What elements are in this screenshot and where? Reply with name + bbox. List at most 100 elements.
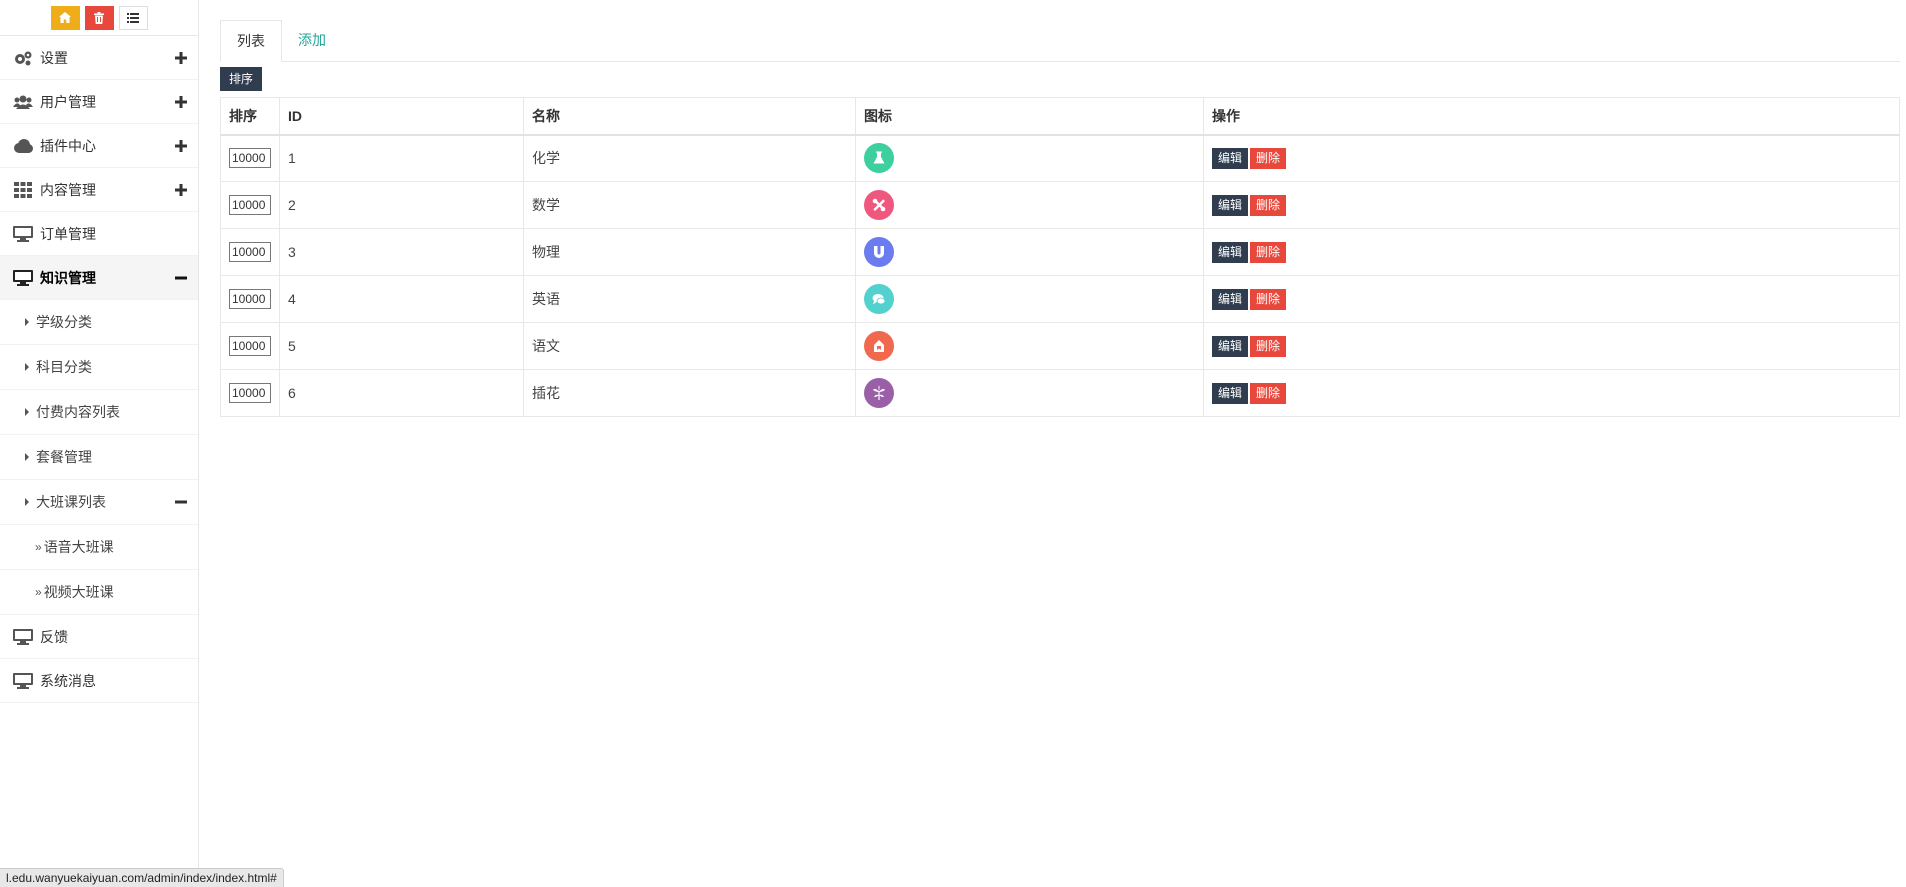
name-cell: 英语 [523,275,856,323]
name-cell: 数学 [523,181,856,229]
sidebar-item-knowledge[interactable]: 知识管理 [0,256,198,300]
plus-icon[interactable] [174,95,188,109]
sort-order-input[interactable] [229,242,271,262]
header-actions: 操作 [1203,97,1900,136]
minus-icon[interactable] [174,495,188,509]
sidebar-subitem-big-class[interactable]: 大班课列表 [0,480,198,525]
sidebar-item-label: 用户管理 [40,93,96,110]
sidebar-item-label: 插件中心 [40,137,96,154]
sidebar-item-plugins[interactable]: 插件中心 [0,124,198,168]
id-cell: 6 [279,369,524,417]
table-row: 1 化学 编辑删除 [220,134,1900,182]
data-table: 排序 ID 名称 图标 操作 1 化学 编辑删除 [220,97,1900,417]
table-row: 3 物理 编辑删除 [220,228,1900,276]
icon-cell [855,181,1204,229]
plus-icon[interactable] [174,51,188,65]
sidebar-item-system-messages[interactable]: 系统消息 [0,659,198,703]
plus-icon[interactable] [174,139,188,153]
monitor-icon [12,628,34,646]
sidebar-item-settings[interactable]: 设置 [0,36,198,80]
sort-cell [220,275,280,323]
double-chevron-icon: » [35,585,42,599]
sort-cell [220,322,280,370]
main-content: 列表 添加 排序 排序 ID 名称 图标 操作 1 化学 [220,20,1900,417]
edit-button[interactable]: 编辑 [1212,288,1249,310]
edit-button[interactable]: 编辑 [1212,335,1249,357]
sort-order-input[interactable] [229,289,271,309]
sidebar-subsubitem-voice-class[interactable]: » 语音大班课 [0,525,198,570]
sidebar-item-label: 反馈 [40,628,68,645]
sidebar-subitem-packages[interactable]: 套餐管理 [0,435,198,480]
sort-order-input[interactable] [229,195,271,215]
edit-button[interactable]: 编辑 [1212,147,1249,169]
trash-button[interactable] [84,5,114,30]
cloud-icon [12,137,34,155]
sidebar-subitem-label: 大班课列表 [36,494,106,510]
name-cell: 化学 [523,134,856,182]
sidebar-item-orders[interactable]: 订单管理 [0,212,198,256]
home-button[interactable] [50,5,80,30]
sidebar-item-feedback[interactable]: 反馈 [0,615,198,659]
sidebar-subitem-subject[interactable]: 科目分类 [0,345,198,390]
table-row: 2 数学 编辑删除 [220,181,1900,229]
plus-icon[interactable] [174,183,188,197]
sort-order-input[interactable] [229,148,271,169]
edit-button[interactable]: 编辑 [1212,241,1249,263]
sidebar-subitem-label: 学级分类 [36,314,92,330]
minus-icon[interactable] [174,271,188,285]
delete-button[interactable]: 删除 [1250,335,1287,357]
monitor-icon [12,672,34,690]
sort-order-input[interactable] [229,336,271,356]
delete-button[interactable]: 删除 [1250,147,1287,169]
sidebar: 设置 用户管理 插件中心 内容管理 订单管理 知识管理 学级分类 科目分类 付费… [0,0,199,887]
actions-cell: 编辑 删除 [1203,322,1900,370]
users-icon [12,93,34,111]
caret-right-icon [25,363,29,371]
sidebar-subsubitem-label: 视频大班课 [43,584,114,600]
sort-order-input[interactable] [229,383,271,403]
sidebar-subitem-grade[interactable]: 学级分类 [0,300,198,345]
sort-cell [220,369,280,417]
caret-right-icon [25,453,29,461]
edit-button[interactable]: 编辑 [1212,382,1249,404]
sidebar-item-content[interactable]: 内容管理 [0,168,198,212]
actions-cell: 编辑 删除 [1203,369,1900,417]
header-name: 名称 [523,97,856,136]
id-cell: 5 [279,322,524,370]
sidebar-subitem-paid-content[interactable]: 付费内容列表 [0,390,198,435]
list-button[interactable] [118,5,148,30]
edit-button[interactable]: 编辑 [1212,194,1249,216]
actions-cell: 编辑 删除 [1203,228,1900,276]
actions-cell: 编辑 删除 [1203,134,1900,182]
id-cell: 1 [279,134,524,182]
icon-cell [855,228,1204,276]
sidebar-subsubitem-video-class[interactable]: » 视频大班课 [0,570,198,615]
caret-right-icon [25,408,29,416]
sidebar-top-buttons [0,0,198,36]
delete-button[interactable]: 删除 [1250,382,1287,404]
tools-icon [864,190,894,220]
tab-add[interactable]: 添加 [282,19,342,61]
list-icon [127,12,139,23]
monitor-icon [12,225,34,243]
header-id: ID [279,97,524,136]
tab-list[interactable]: 列表 [220,20,282,62]
flower-icon [864,378,894,408]
sidebar-item-label: 知识管理 [40,269,96,286]
table-row: 5 语文 编辑删除 [220,322,1900,370]
icon-cell [855,134,1204,182]
id-cell: 4 [279,275,524,323]
home-icon [59,12,71,23]
monitor-icon [12,269,34,287]
sidebar-item-label: 设置 [40,49,68,66]
trash-icon [94,11,104,24]
actions-cell: 编辑 删除 [1203,181,1900,229]
gears-icon [12,49,34,67]
delete-button[interactable]: 删除 [1250,241,1287,263]
sidebar-item-users[interactable]: 用户管理 [0,80,198,124]
delete-button[interactable]: 删除 [1250,194,1287,216]
delete-button[interactable]: 删除 [1250,288,1287,310]
table-header-row: 排序 ID 名称 图标 操作 [220,97,1900,136]
sort-button[interactable]: 排序 [220,67,263,91]
table-row: 6 插花 编辑删除 [220,369,1900,417]
